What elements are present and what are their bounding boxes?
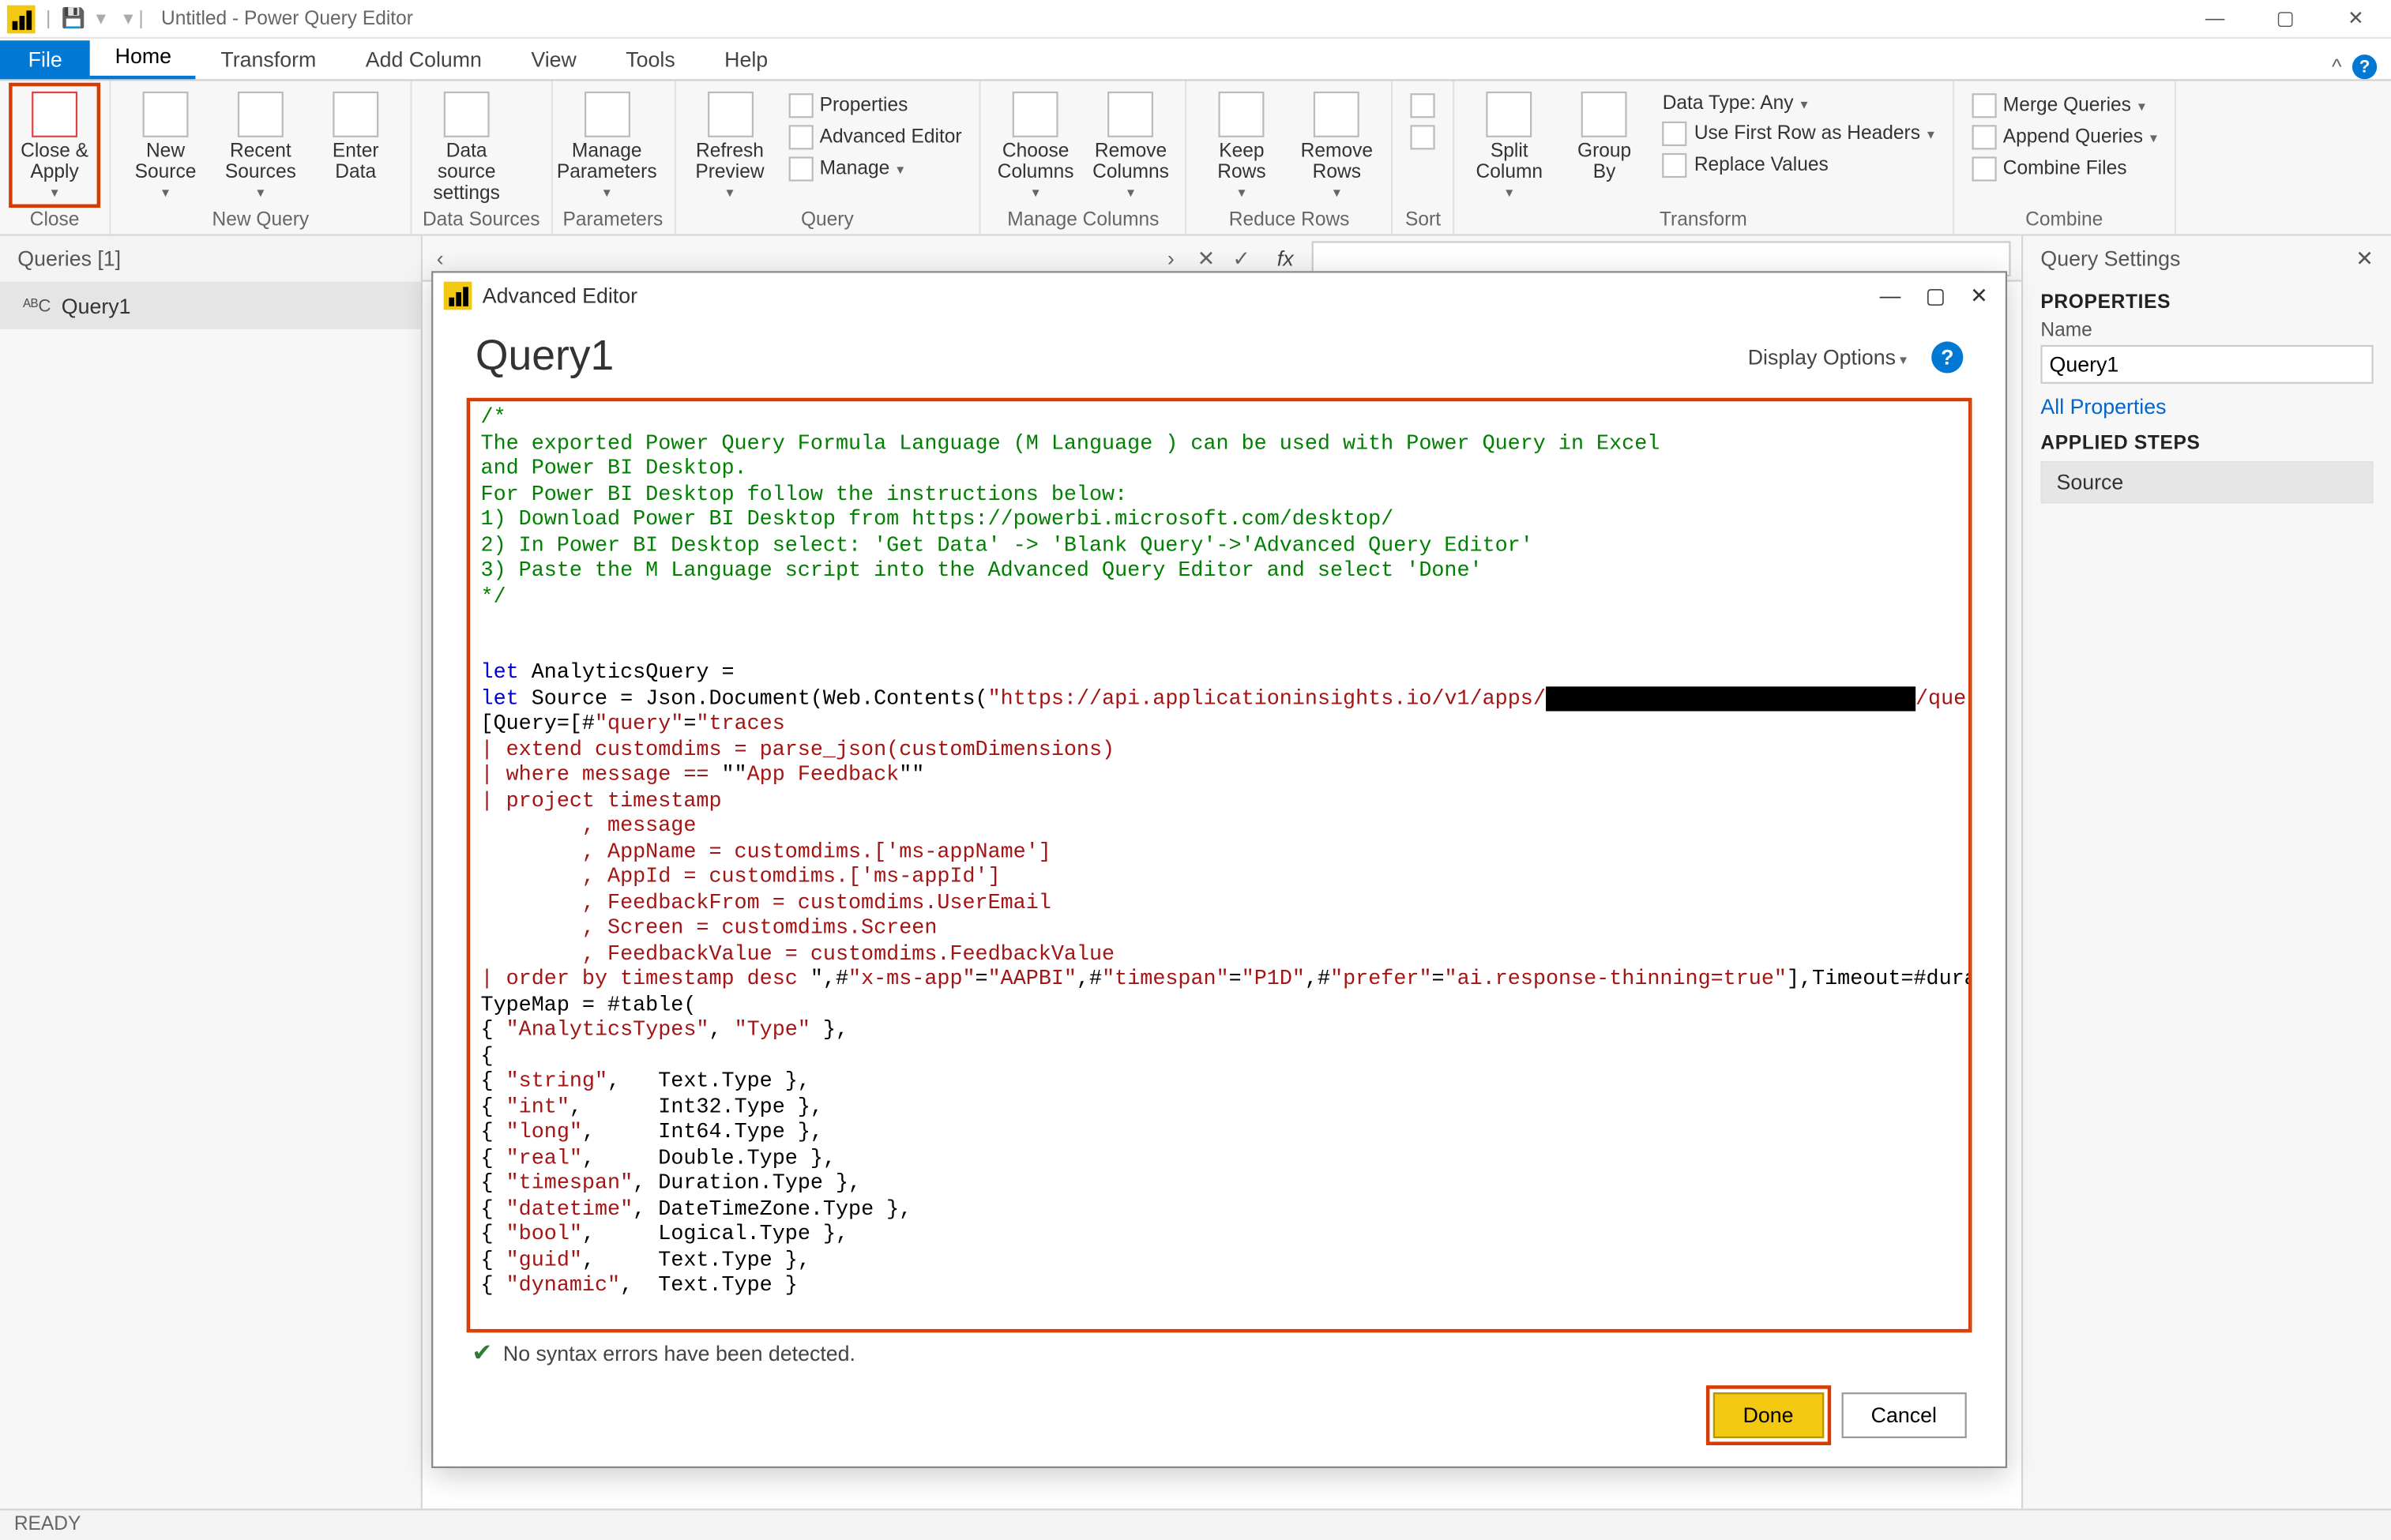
enter-data-button[interactable]: Enter Data xyxy=(312,85,400,183)
close-window-button[interactable]: ✕ xyxy=(2321,0,2391,38)
combine-files-button[interactable]: Combine Files xyxy=(1964,155,2164,183)
cancel-formula-icon[interactable]: ✕ xyxy=(1189,246,1224,270)
ae-maximize-button[interactable]: ▢ xyxy=(1926,284,1946,308)
accept-formula-icon[interactable]: ✓ xyxy=(1224,246,1259,270)
tab-home[interactable]: Home xyxy=(90,37,196,79)
minimize-button[interactable]: — xyxy=(2180,0,2250,38)
tab-file[interactable]: File xyxy=(0,40,90,79)
group-reduce-rows-label: Reduce Rows xyxy=(1197,209,1381,234)
window-title: Untitled - Power Query Editor xyxy=(161,8,413,29)
powerbi-icon xyxy=(7,5,36,33)
group-transform-label: Transform xyxy=(1465,209,1942,234)
save-icon[interactable]: 💾 xyxy=(62,7,86,30)
status-bar: READY xyxy=(0,1508,2391,1540)
name-label: Name xyxy=(2040,321,2373,342)
all-properties-link[interactable]: All Properties xyxy=(2040,394,2166,419)
maximize-button[interactable]: ▢ xyxy=(2250,0,2321,38)
data-type-button[interactable]: Data Type: Any xyxy=(1656,92,1942,116)
query-item[interactable]: ᴬᴮC Query1 xyxy=(0,284,421,329)
merge-queries-button[interactable]: Merge Queries xyxy=(1964,92,2164,120)
titlebar: | 💾 ▾ ▾ | Untitled - Power Query Editor … xyxy=(0,0,2391,39)
close-settings-icon[interactable]: ✕ xyxy=(2355,246,2373,271)
nav-right-icon[interactable]: › xyxy=(1153,246,1189,270)
check-icon: ✔ xyxy=(472,1338,492,1368)
cancel-button[interactable]: Cancel xyxy=(1841,1392,1967,1438)
powerbi-icon xyxy=(444,282,472,310)
sort-asc-button[interactable] xyxy=(1404,92,1442,120)
manage-parameters-button[interactable]: Manage Parameters▾ xyxy=(563,85,651,202)
formula-input[interactable] xyxy=(1312,240,2011,276)
properties-heading: PROPERTIES xyxy=(2040,292,2373,314)
split-column-button[interactable]: Split Column▾ xyxy=(1465,85,1553,202)
choose-columns-button[interactable]: Choose Columns▾ xyxy=(991,85,1079,202)
group-new-query-label: New Query xyxy=(122,209,400,234)
step-source[interactable]: Source xyxy=(2043,463,2372,501)
collapse-ribbon-icon[interactable]: ^ xyxy=(2332,54,2342,79)
tab-add-column[interactable]: Add Column xyxy=(341,40,507,79)
queries-pane: Queries [1] ᴬᴮC Query1 xyxy=(0,236,423,1509)
ae-status-text: No syntax errors have been detected. xyxy=(503,1340,855,1365)
tab-help[interactable]: Help xyxy=(700,40,792,79)
applied-steps-heading: APPLIED STEPS xyxy=(2040,433,2373,454)
manage-button[interactable]: Manage xyxy=(781,155,969,183)
tab-transform[interactable]: Transform xyxy=(196,40,340,79)
ae-help-icon[interactable]: ? xyxy=(1931,341,1963,373)
append-queries-button[interactable]: Append Queries xyxy=(1964,123,2164,152)
advanced-editor-dialog: Advanced Editor — ▢ ✕ Query1 Display Opt… xyxy=(431,271,2007,1468)
ae-heading: Query1 xyxy=(476,332,614,381)
ae-close-button[interactable]: ✕ xyxy=(1970,284,1987,308)
group-data-sources-label: Data Sources xyxy=(423,209,540,234)
group-close-label: Close xyxy=(10,209,98,234)
group-parameters-label: Parameters xyxy=(563,209,664,234)
replace-values-button[interactable]: Replace Values xyxy=(1656,152,1942,180)
help-icon[interactable]: ? xyxy=(2352,54,2377,79)
fx-label[interactable]: fx xyxy=(1259,246,1312,270)
group-sort-label: Sort xyxy=(1404,209,1442,234)
close-apply-button[interactable]: Close & Apply▾ xyxy=(10,85,98,206)
remove-columns-button[interactable]: Remove Columns▾ xyxy=(1087,85,1175,202)
first-row-headers-button[interactable]: Use First Row as Headers xyxy=(1656,120,1942,148)
group-manage-columns-label: Manage Columns xyxy=(991,209,1175,234)
ribbon: Close & Apply▾ Close New Source▾ Recent … xyxy=(0,81,2391,236)
data-source-settings-button[interactable]: Data source settings xyxy=(423,85,510,205)
ae-code-editor[interactable]: /* The exported Power Query Formula Lang… xyxy=(468,400,1970,1331)
ae-minimize-button[interactable]: — xyxy=(1880,284,1901,308)
abc-icon: ᴬᴮC xyxy=(23,297,51,317)
redacted-app-id: XXXXXXXXXXXXXXXXXXXXXXXX xyxy=(1546,685,1915,711)
query-item-label: Query1 xyxy=(62,294,131,318)
query-settings-pane: Query Settings ✕ PROPERTIES Name All Pro… xyxy=(2021,236,2391,1509)
tab-tools[interactable]: Tools xyxy=(601,40,700,79)
ae-title: Advanced Editor xyxy=(483,284,637,308)
query-name-input[interactable] xyxy=(2040,345,2373,384)
new-source-button[interactable]: New Source▾ xyxy=(122,85,209,202)
display-options-button[interactable]: Display Options xyxy=(1748,345,1907,370)
remove-rows-button[interactable]: Remove Rows▾ xyxy=(1293,85,1381,202)
refresh-preview-button[interactable]: Refresh Preview▾ xyxy=(686,85,773,202)
properties-button[interactable]: Properties xyxy=(781,92,969,120)
query-settings-header: Query Settings xyxy=(2040,246,2180,271)
queries-header: Queries [1] xyxy=(0,236,421,284)
recent-sources-button[interactable]: Recent Sources▾ xyxy=(216,85,304,202)
group-by-button[interactable]: Group By xyxy=(1560,85,1648,183)
nav-left-icon[interactable]: ‹ xyxy=(423,246,458,270)
sort-desc-button[interactable] xyxy=(1404,123,1442,152)
group-query-label: Query xyxy=(686,209,968,234)
keep-rows-button[interactable]: Keep Rows▾ xyxy=(1197,85,1285,202)
tab-view[interactable]: View xyxy=(506,40,601,79)
ribbon-tabs: File Home Transform Add Column View Tool… xyxy=(0,39,2391,81)
done-button[interactable]: Done xyxy=(1713,1392,1824,1438)
group-combine-label: Combine xyxy=(1964,209,2164,234)
advanced-editor-button[interactable]: Advanced Editor xyxy=(781,123,969,152)
